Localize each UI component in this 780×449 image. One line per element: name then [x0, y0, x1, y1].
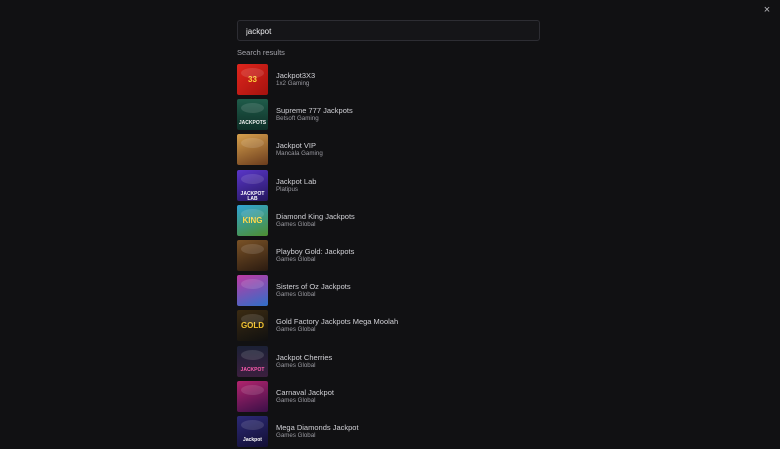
game-thumbnail[interactable]: Jackpot	[237, 415, 268, 447]
game-thumbnail[interactable]	[237, 240, 268, 272]
game-title[interactable]: Gold Factory Jackpots Mega Moolah	[276, 317, 398, 326]
game-provider: Mancala Gaming	[276, 150, 323, 158]
game-title[interactable]: Mega Diamonds Jackpot	[276, 423, 359, 432]
game-thumbnail-logo-text: JACKPOT LAB	[240, 190, 265, 201]
game-provider: Games Global	[276, 326, 316, 334]
result-item[interactable]: 33 Jackpot3X3 1x2 Gaming	[237, 62, 540, 97]
game-thumbnail[interactable]	[237, 380, 268, 412]
game-provider: 1x2 Gaming	[276, 80, 310, 88]
result-item[interactable]: JACKPOTS Supreme 777 Jackpots Betsoft Gami…	[237, 97, 540, 132]
close-button[interactable]: ×	[760, 3, 774, 17]
result-item[interactable]: Jackpot Mega Diamonds Jackpot Games Global	[237, 414, 540, 449]
game-thumbnail[interactable]: JACKPOT	[237, 345, 268, 377]
game-provider: Games Global	[276, 361, 316, 369]
game-title[interactable]: Jackpot Cherries	[276, 353, 332, 362]
result-item[interactable]: JACKPOT LAB Jackpot Lab Platipus	[237, 168, 540, 203]
game-thumbnail[interactable]: JACKPOTS	[237, 99, 268, 131]
game-provider: Betsoft Gaming	[276, 115, 319, 123]
result-item[interactable]: GOLD Gold Factory Jackpots Mega Moolah Gam…	[237, 308, 540, 343]
game-provider: Games Global	[276, 256, 316, 264]
result-item[interactable]: JACKPOT Jackpot Cherries Games Global	[237, 344, 540, 379]
game-title[interactable]: Playboy Gold: Jackpots	[276, 247, 354, 256]
game-thumbnail[interactable]: JACKPOT LAB	[237, 169, 268, 201]
result-meta: Diamond King Jackpots Games Global	[276, 212, 355, 229]
game-provider: Games Global	[276, 291, 316, 299]
result-meta: Jackpot VIP Mancala Gaming	[276, 141, 323, 158]
game-thumbnail[interactable]	[237, 134, 268, 166]
results-heading: Search results	[237, 48, 285, 57]
game-provider: Platipus	[276, 185, 299, 193]
game-thumbnail[interactable]: 33	[237, 64, 268, 96]
result-item[interactable]: Sisters of Oz Jackpots Games Global	[237, 273, 540, 308]
close-icon: ×	[763, 4, 771, 16]
result-meta: Sisters of Oz Jackpots Games Global	[276, 282, 351, 299]
game-thumbnail-logo-text: JACKPOT	[240, 366, 265, 373]
result-item[interactable]: Carnaval Jackpot Games Global	[237, 379, 540, 414]
result-meta: Supreme 777 Jackpots Betsoft Gaming	[276, 106, 353, 123]
result-meta: Mega Diamonds Jackpot Games Global	[276, 423, 359, 440]
game-title[interactable]: Supreme 777 Jackpots	[276, 106, 353, 115]
result-meta: Jackpot Lab Platipus	[276, 177, 316, 194]
game-title[interactable]: Jackpot3X3	[276, 71, 315, 80]
game-thumbnail[interactable]: KING	[237, 204, 268, 236]
result-meta: Gold Factory Jackpots Mega Moolah Games G…	[276, 317, 398, 334]
result-item[interactable]: Playboy Gold: Jackpots Games Global	[237, 238, 540, 273]
game-title[interactable]: Diamond King Jackpots	[276, 212, 355, 221]
game-provider: Games Global	[276, 396, 316, 404]
results-list: 33 Jackpot3X3 1x2 Gaming JACKPOTS Supreme 77…	[237, 62, 540, 449]
game-thumbnail[interactable]: GOLD	[237, 310, 268, 342]
result-meta: Jackpot Cherries Games Global	[276, 353, 332, 370]
result-item[interactable]: Jackpot VIP Mancala Gaming	[237, 132, 540, 167]
game-title[interactable]: Jackpot Lab	[276, 177, 316, 186]
game-title[interactable]: Jackpot VIP	[276, 141, 323, 150]
result-meta: Jackpot3X3 1x2 Gaming	[276, 71, 315, 88]
game-provider: Games Global	[276, 220, 316, 228]
game-thumbnail-logo-text: JACKPOTS	[238, 120, 267, 127]
game-title[interactable]: Carnaval Jackpot	[276, 388, 334, 397]
result-meta: Carnaval Jackpot Games Global	[276, 388, 334, 405]
search-box	[237, 20, 540, 41]
game-title[interactable]: Sisters of Oz Jackpots	[276, 282, 351, 291]
search-input[interactable]	[238, 22, 539, 41]
result-meta: Playboy Gold: Jackpots Games Global	[276, 247, 354, 264]
result-item[interactable]: KING Diamond King Jackpots Games Global	[237, 203, 540, 238]
game-thumbnail[interactable]	[237, 275, 268, 307]
